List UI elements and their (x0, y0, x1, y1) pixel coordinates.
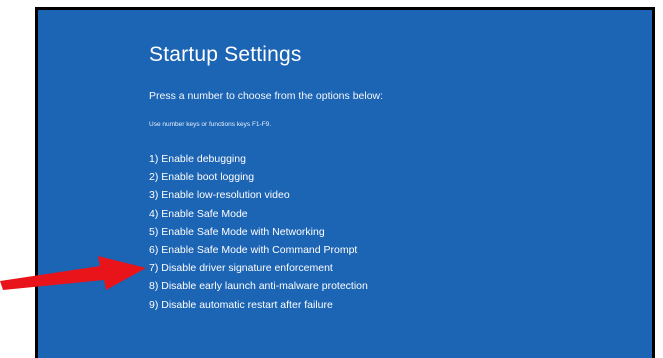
option-enable-safe-mode-command-prompt[interactable]: 6) Enable Safe Mode with Command Prompt (149, 241, 368, 259)
keys-hint-text: Use number keys or functions keys F1-F9. (149, 121, 272, 128)
instructions-text: Press a number to choose from the option… (149, 90, 384, 102)
option-disable-automatic-restart[interactable]: 9) Disable automatic restart after failu… (149, 296, 368, 314)
option-disable-driver-signature-enforcement[interactable]: 7) Disable driver signature enforcement (149, 259, 368, 277)
option-enable-debugging[interactable]: 1) Enable debugging (149, 150, 368, 168)
startup-settings-screen: Startup Settings Press a number to choos… (35, 7, 655, 358)
page-title: Startup Settings (149, 43, 302, 66)
option-enable-safe-mode-networking[interactable]: 5) Enable Safe Mode with Networking (149, 223, 368, 241)
option-disable-early-launch-anti-malware[interactable]: 8) Disable early launch anti-malware pro… (149, 277, 368, 295)
option-enable-safe-mode[interactable]: 4) Enable Safe Mode (149, 205, 368, 223)
option-enable-low-resolution-video[interactable]: 3) Enable low-resolution video (149, 186, 368, 204)
startup-options-list: 1) Enable debugging 2) Enable boot loggi… (149, 150, 368, 314)
option-enable-boot-logging[interactable]: 2) Enable boot logging (149, 168, 368, 186)
